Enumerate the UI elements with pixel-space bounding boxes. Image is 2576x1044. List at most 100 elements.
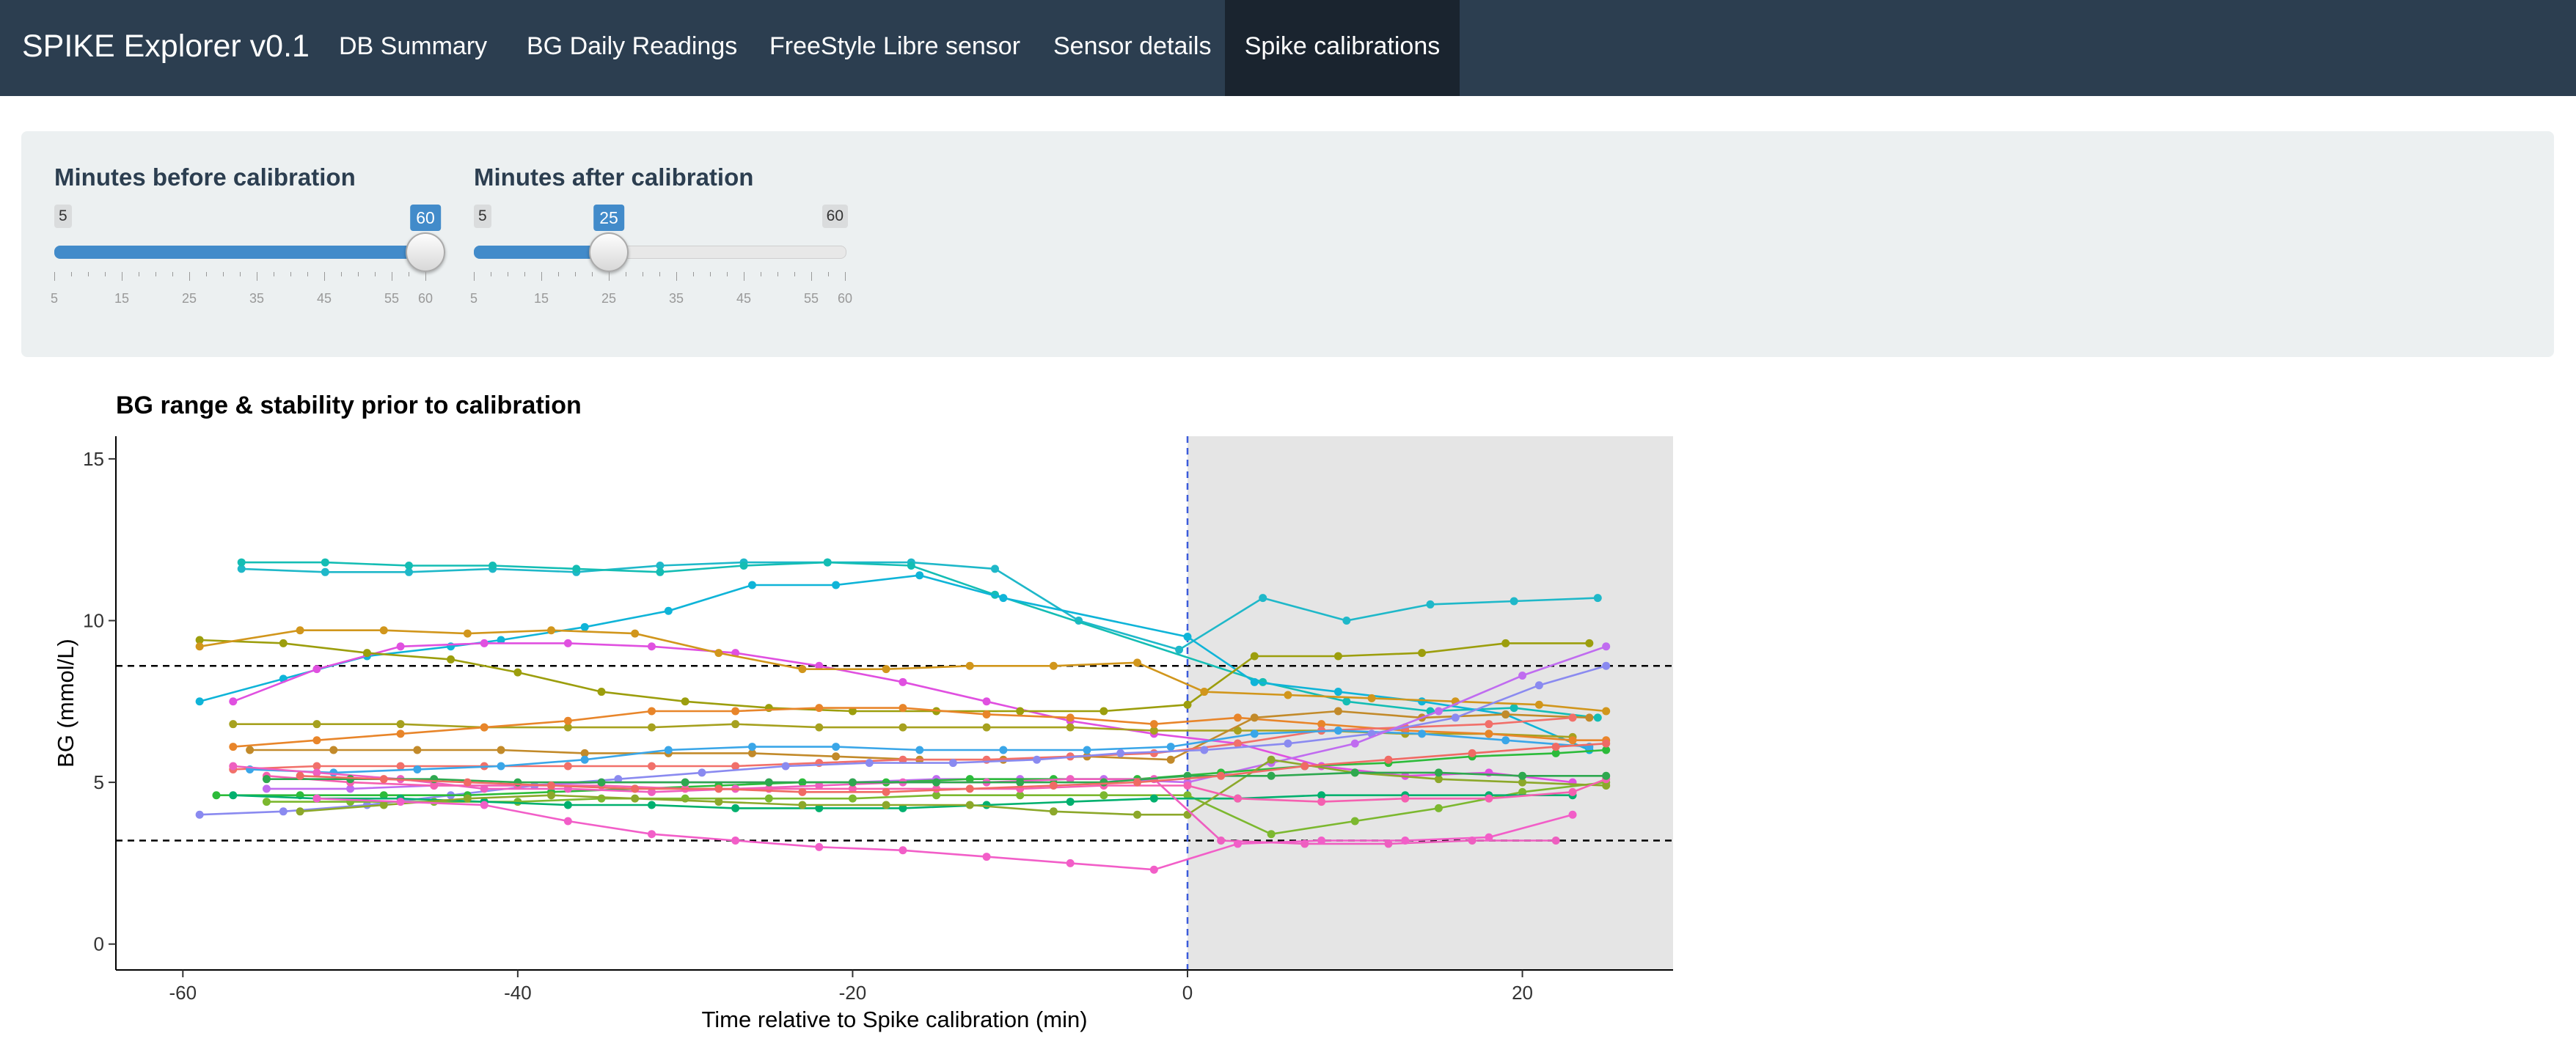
tab-db-summary[interactable]: DB Summary: [339, 0, 487, 96]
tab-sensor-details[interactable]: Sensor details: [1053, 0, 1211, 96]
slider-tick-label: 25: [181, 291, 197, 306]
data-point: [279, 639, 288, 647]
data-point: [1066, 859, 1075, 867]
data-point: [982, 723, 991, 732]
data-point: [1049, 782, 1058, 790]
data-point: [489, 561, 497, 570]
tab-spike-calibrations[interactable]: Spike calibrations: [1225, 0, 1460, 96]
data-point: [1267, 755, 1276, 764]
slider-tick-label: 35: [249, 291, 265, 306]
data-point: [1259, 594, 1267, 603]
data-point: [1342, 697, 1351, 706]
data-point: [229, 697, 238, 706]
data-point: [296, 626, 304, 635]
data-point: [1016, 707, 1025, 716]
data-point: [1066, 798, 1075, 806]
data-point: [1418, 649, 1427, 658]
app-brand[interactable]: SPIKE Explorer v0.1: [22, 0, 310, 96]
data-point: [362, 649, 371, 658]
data-point: [1317, 837, 1326, 845]
slider-minor-tick: [240, 272, 241, 276]
data-point: [1317, 798, 1326, 806]
y-axis-label: BG (mmol/L): [53, 639, 78, 768]
data-point: [882, 665, 890, 674]
data-point: [1149, 749, 1158, 757]
data-point: [279, 807, 288, 816]
data-point: [1217, 771, 1226, 780]
data-point: [229, 720, 238, 729]
data-point: [999, 746, 1008, 754]
data-point: [563, 801, 572, 809]
data-point: [1183, 782, 1192, 790]
data-point: [1401, 837, 1410, 845]
minutes-after-slider[interactable]: 5 60 25 5 15 25 35 45 55 60: [470, 205, 852, 315]
slider-minor-tick: [794, 272, 795, 276]
navbar: SPIKE Explorer v0.1 DB Summary BG Daily …: [0, 0, 2576, 96]
slider-minor-tick: [727, 272, 728, 276]
slider-minor-tick: [307, 272, 308, 276]
data-point: [463, 629, 472, 638]
data-point: [1568, 787, 1577, 796]
data-point: [1602, 661, 1611, 670]
data-point: [1418, 697, 1427, 706]
slider-minor-tick: [659, 272, 660, 276]
data-point: [463, 794, 472, 803]
data-point: [798, 801, 807, 809]
slider-tick-label: 15: [114, 291, 130, 306]
data-point: [1166, 755, 1175, 764]
data-point: [664, 606, 673, 615]
slider-fill: [54, 246, 425, 259]
data-point: [1233, 794, 1242, 803]
data-point: [1602, 739, 1611, 748]
data-point: [597, 688, 606, 696]
data-point: [823, 558, 832, 567]
data-point: [647, 642, 656, 651]
slider-minor-tick: [375, 272, 376, 276]
data-point: [1501, 639, 1510, 647]
data-point: [631, 784, 640, 793]
data-point: [1568, 713, 1577, 722]
x-tick-label: 0: [1182, 982, 1193, 1004]
data-point: [379, 626, 388, 635]
data-point: [815, 842, 824, 851]
slider-handle[interactable]: [406, 232, 445, 272]
slider-handle[interactable]: [589, 232, 629, 272]
slider-value-label: 60: [410, 205, 441, 231]
data-point: [798, 665, 807, 674]
data-point: [1434, 804, 1443, 812]
tab-bg-daily-readings[interactable]: BG Daily Readings: [527, 0, 737, 96]
data-point: [1518, 771, 1527, 780]
data-point: [1284, 739, 1292, 748]
data-point: [396, 642, 405, 651]
slider-major-tick: [845, 272, 846, 281]
slider-minor-tick: [223, 272, 224, 276]
data-point: [915, 571, 924, 580]
data-point: [321, 558, 329, 567]
tab-freestyle-libre-sensor[interactable]: FreeStyle Libre sensor: [769, 0, 1020, 96]
data-point: [1485, 794, 1493, 803]
data-point: [547, 626, 556, 635]
data-point: [1284, 691, 1292, 699]
minutes-before-slider[interactable]: 5 60 5 15 25 35 45 55 60: [51, 205, 445, 315]
data-point: [229, 791, 238, 800]
data-point: [463, 778, 472, 787]
data-point: [1149, 794, 1158, 803]
data-point: [1350, 768, 1359, 777]
data-point: [1551, 837, 1560, 845]
data-point: [982, 710, 991, 718]
data-point: [1049, 661, 1058, 670]
data-point: [195, 642, 204, 651]
data-point: [731, 804, 740, 812]
slider-tick-label: 35: [668, 291, 684, 306]
data-point: [1083, 746, 1091, 754]
data-point: [296, 807, 304, 816]
data-point: [832, 743, 841, 751]
data-point: [1099, 791, 1108, 800]
data-point: [982, 853, 991, 861]
data-point: [1501, 736, 1510, 745]
data-point: [1485, 729, 1493, 738]
slider-major-tick: [541, 272, 542, 281]
data-point: [1250, 713, 1259, 722]
data-point: [597, 794, 606, 803]
after-slider-label: Minutes after calibration: [474, 163, 754, 191]
